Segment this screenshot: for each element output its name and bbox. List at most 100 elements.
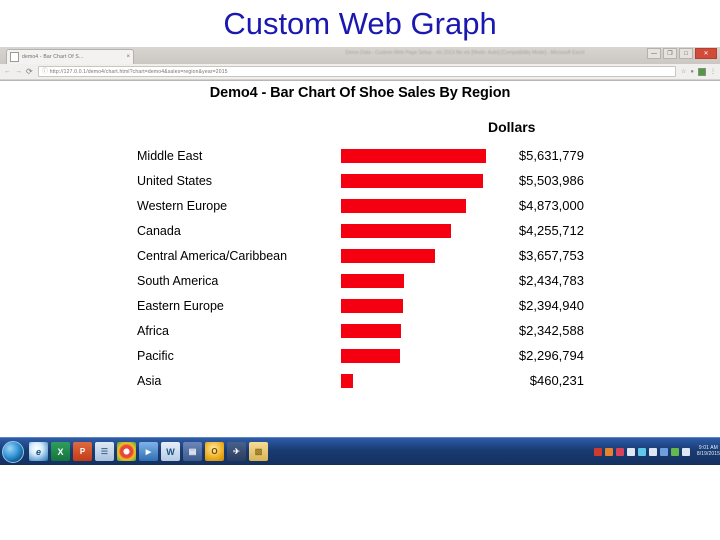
start-button-icon[interactable]: [2, 440, 24, 463]
clock-date: 8/19/2015: [696, 450, 720, 457]
chart-bar: [341, 173, 483, 188]
extension-green-icon[interactable]: [698, 67, 706, 76]
chart-bar-track: [341, 148, 491, 163]
taskbar-word-icon[interactable]: W: [161, 442, 180, 461]
browser-tab[interactable]: demo4 - Bar Chart Of S... ×: [6, 49, 134, 64]
chart-category-label: Pacific: [137, 348, 174, 363]
value-column-header: Dollars: [488, 119, 536, 135]
chart-bar-track: [341, 323, 491, 338]
taskbar-notepad-icon[interactable]: ☰: [95, 442, 114, 461]
chart-row: Central America/Caribbean $3,657,753: [0, 243, 720, 268]
tray-icon[interactable]: [659, 447, 668, 456]
chart-bar-track: [341, 198, 491, 213]
tray-icon[interactable]: [604, 447, 613, 456]
chart-value-label: $5,631,779: [518, 148, 584, 163]
chart-bar-track: [341, 223, 491, 238]
chart-row: Eastern Europe $2,394,940: [0, 293, 720, 318]
chart-category-label: Canada: [137, 223, 181, 238]
extension-icon[interactable]: ●: [690, 69, 694, 75]
tray-icon[interactable]: [637, 447, 646, 456]
chart-value-label: $2,434,783: [518, 273, 584, 288]
chart-row: South America $2,434,783: [0, 268, 720, 293]
reload-icon[interactable]: ⟳: [26, 67, 33, 76]
chart-category-label: Asia: [137, 373, 162, 388]
chart-rows: Middle East $5,631,779 United States $5,503…: [0, 143, 720, 393]
chart-bar: [341, 298, 403, 313]
tray-icon[interactable]: [615, 447, 624, 456]
tray-icon[interactable]: [670, 447, 679, 456]
forward-icon[interactable]: →: [15, 68, 22, 75]
tray-icon[interactable]: [648, 447, 657, 456]
tray-icon[interactable]: [681, 447, 690, 456]
chart-row: Asia $460,231: [0, 368, 720, 393]
chart-row: Western Europe $4,873,000: [0, 193, 720, 218]
page-info-icon[interactable]: ⓘ: [42, 69, 48, 75]
taskbar-onenote-icon[interactable]: ▤: [183, 442, 202, 461]
chart-row: Africa $2,342,588: [0, 318, 720, 343]
chart-bar: [341, 148, 486, 163]
chart-category-label: Eastern Europe: [137, 298, 224, 313]
chart-category-label: Africa: [137, 323, 169, 338]
chart-category-label: United States: [137, 173, 213, 188]
taskbar-internet-explorer-icon[interactable]: e: [29, 442, 48, 461]
taskbar-clock[interactable]: 9:01 AM 8/19/2015: [696, 445, 720, 457]
web-page-content: Demo4 - Bar Chart Of Shoe Sales By Regio…: [0, 81, 720, 441]
tab-title: demo4 - Bar Chart Of S...: [22, 54, 84, 60]
system-tray: [593, 447, 693, 456]
chart-row: Middle East $5,631,779: [0, 143, 720, 168]
tray-icon[interactable]: [593, 447, 602, 456]
chart-bar: [341, 348, 401, 363]
taskbar-outlook-icon[interactable]: O: [205, 442, 224, 461]
chart-bar: [341, 198, 467, 213]
url-text: http://127.0.0.1/demo4/chart.html?chart=…: [49, 68, 228, 75]
chart-bar: [341, 273, 404, 288]
window-controls: — ❐ □ ✕: [647, 48, 717, 59]
slide: Custom Web Graph demo4 - Bar Chart Of S.…: [0, 0, 720, 540]
chart-bar-track: [341, 273, 491, 288]
browser-menu-icon[interactable]: ⋮: [710, 69, 716, 75]
back-icon[interactable]: ←: [4, 68, 11, 75]
tray-icon[interactable]: [626, 447, 635, 456]
taskbar-apps: eXP☰●▶W▤O✈▧: [29, 442, 268, 461]
chart-bar: [341, 223, 451, 238]
chart-category-label: Western Europe: [137, 198, 228, 213]
chart-category-label: Central America/Caribbean: [137, 248, 288, 263]
toolbar-right: ☆ ● ⋮: [676, 67, 716, 76]
chart-bar-track: [341, 248, 491, 263]
browser-toolbar: ← → ⟳ ⓘ http://127.0.0.1/demo4/chart.htm…: [0, 64, 720, 79]
address-bar[interactable]: ⓘ http://127.0.0.1/demo4/chart.html?char…: [37, 66, 676, 77]
chart-row: Pacific $2,296,794: [0, 343, 720, 368]
minimize-button[interactable]: —: [647, 48, 661, 59]
close-button[interactable]: ✕: [695, 48, 717, 59]
taskbar-chrome-icon[interactable]: ●: [117, 442, 136, 461]
chart-value-label: $2,394,940: [518, 298, 584, 313]
chart-value-label: $2,296,794: [518, 348, 584, 363]
chart-bar-track: [341, 348, 491, 363]
chart-value-label: $460,231: [529, 373, 584, 388]
taskbar-file-explorer-icon[interactable]: ▧: [249, 442, 268, 461]
taskbar-media-player-icon[interactable]: ▶: [139, 442, 158, 461]
chart-title: Demo4 - Bar Chart Of Shoe Sales By Regio…: [209, 85, 511, 101]
taskbar-excel-icon[interactable]: X: [51, 442, 70, 461]
close-icon[interactable]: ×: [124, 54, 130, 60]
chart-value-label: $5,503,986: [518, 173, 584, 188]
taskbar-powerpoint-icon[interactable]: P: [73, 442, 92, 461]
chart-bar: [341, 248, 436, 263]
browser-tabstrip: demo4 - Bar Chart Of S... × Demo Data - …: [0, 47, 720, 64]
maximize-button[interactable]: □: [679, 48, 693, 59]
bookmark-star-icon[interactable]: ☆: [681, 69, 686, 75]
chart-bar-track: [341, 298, 491, 313]
page-title: Custom Web Graph: [223, 6, 497, 41]
windows-taskbar: eXP☰●▶W▤O✈▧ 9:01 AM 8/19/2015: [0, 437, 720, 465]
chart-value-label: $2,342,588: [518, 323, 584, 338]
chart-bar-track: [341, 173, 491, 188]
browser-chrome: demo4 - Bar Chart Of S... × Demo Data - …: [0, 47, 720, 81]
restore-button[interactable]: ❐: [663, 48, 677, 59]
chart-category-label: South America: [137, 273, 219, 288]
chart-row: Canada $4,255,712: [0, 218, 720, 243]
chart-value-label: $4,255,712: [518, 223, 584, 238]
window-title: Demo Data - Custom Web Page Setup - xls …: [345, 50, 585, 56]
favicon-icon: [10, 52, 19, 62]
chart-bar: [341, 323, 402, 338]
taskbar-remote-desktop-icon[interactable]: ✈: [227, 442, 246, 461]
